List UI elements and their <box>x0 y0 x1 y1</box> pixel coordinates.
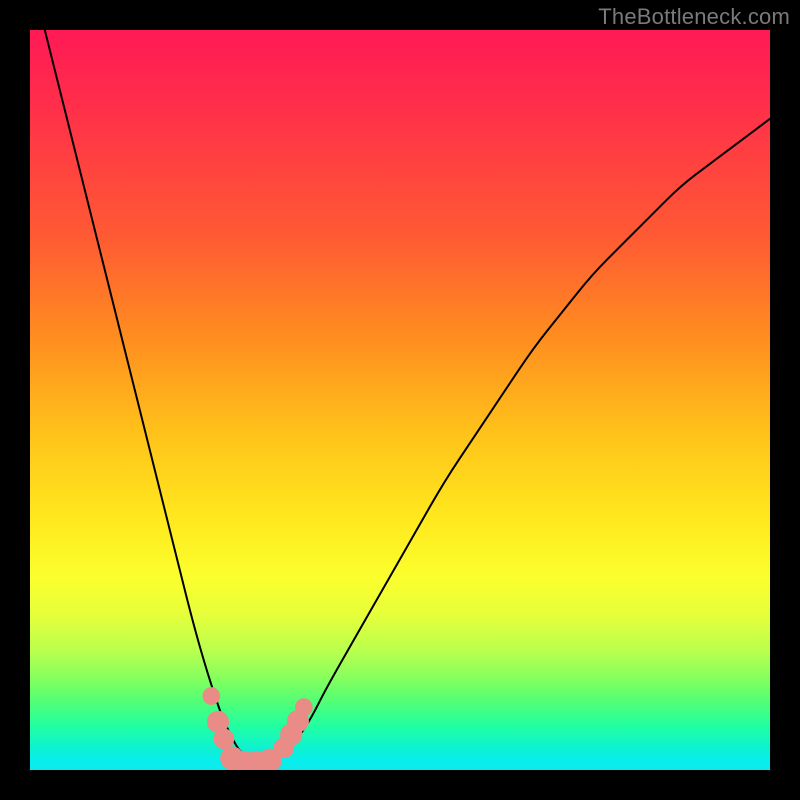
left-dot-1 <box>202 687 220 705</box>
watermark-text: TheBottleneck.com <box>598 4 790 30</box>
marker-layer <box>202 687 312 770</box>
plot-svg <box>30 30 770 770</box>
left-dot-3 <box>214 729 235 750</box>
chart-stage: TheBottleneck.com <box>0 0 800 800</box>
curve-layer <box>30 30 770 763</box>
bottleneck-curve <box>30 30 770 763</box>
plot-area <box>30 30 770 770</box>
right-dot-4 <box>295 698 313 716</box>
